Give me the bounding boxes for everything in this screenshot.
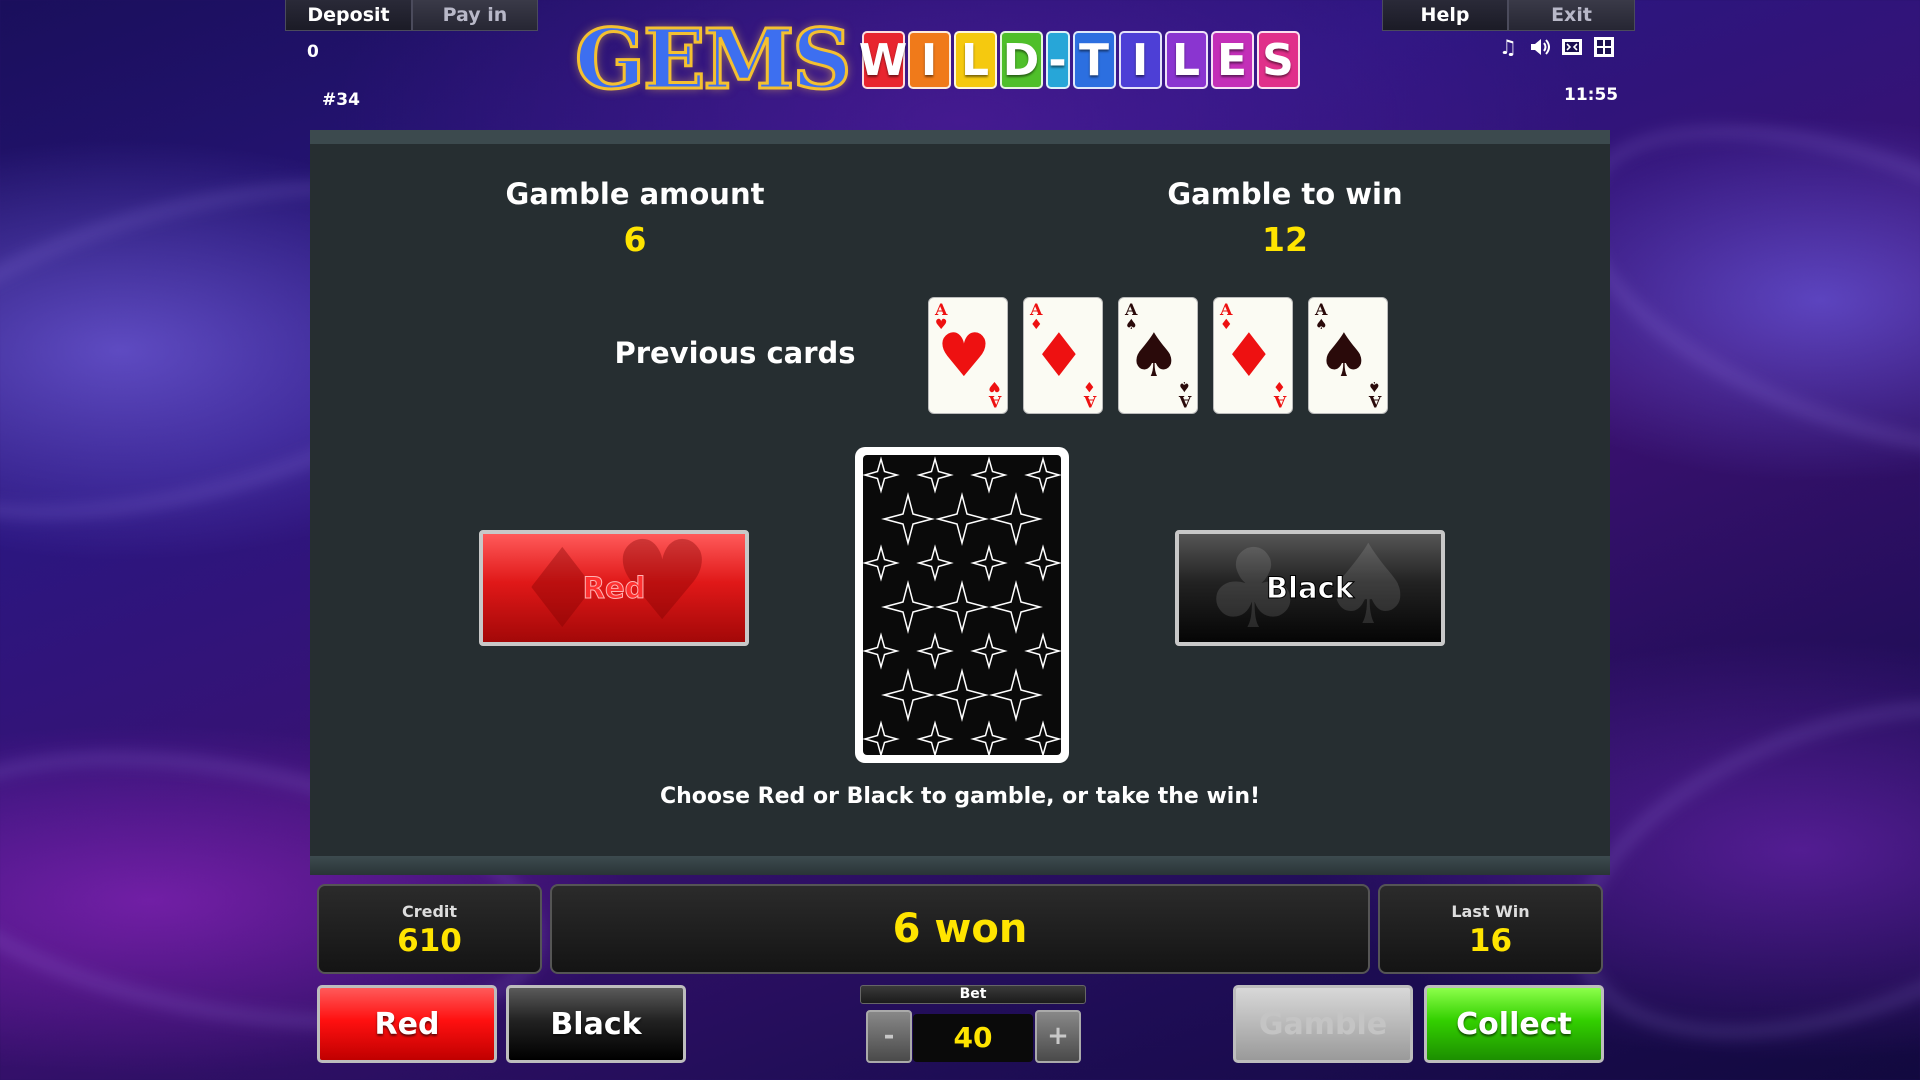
card-suit-small: ♠ bbox=[1368, 378, 1381, 394]
logo-tile: L bbox=[953, 31, 997, 89]
card-rank: A bbox=[1273, 392, 1286, 411]
card-suit-icon: ♦ bbox=[1222, 321, 1276, 391]
game-logo: GEMS WILD-TILES bbox=[574, 12, 1350, 108]
logo-tile: W bbox=[859, 31, 907, 89]
card-rank: A bbox=[1030, 300, 1043, 319]
logo-tile: I bbox=[1118, 31, 1162, 89]
previous-card: A ♦ ♦ ♦ A bbox=[1023, 297, 1103, 414]
gamble-to-win-label: Gamble to win bbox=[1167, 177, 1403, 211]
previous-card: A ♥ ♥ ♥ A bbox=[928, 297, 1008, 414]
screen-icon[interactable] bbox=[1561, 36, 1583, 58]
card-suit-small: ♠ bbox=[1178, 378, 1191, 394]
logo-tile: S bbox=[1256, 31, 1300, 89]
clock: 11:55 bbox=[1564, 85, 1619, 105]
collect-button[interactable]: Collect bbox=[1424, 985, 1604, 1063]
card-rank: A bbox=[935, 300, 948, 319]
game-number: #34 bbox=[322, 90, 360, 110]
black-choice-button[interactable]: ♣ ♠ Black bbox=[1175, 530, 1445, 646]
panel-divider bbox=[310, 856, 1610, 875]
logo-tile: I bbox=[907, 31, 951, 89]
card-rank: A bbox=[1125, 300, 1138, 319]
card-suit-icon: ♠ bbox=[1127, 321, 1181, 391]
previous-cards-label: Previous cards bbox=[614, 336, 856, 370]
card-suit-small: ♥ bbox=[988, 378, 1001, 394]
win-message: 6 won bbox=[892, 906, 1028, 952]
pay-in-tab[interactable]: Pay in bbox=[412, 0, 538, 31]
gamble-hint: Choose Red or Black to gamble, or take t… bbox=[659, 784, 1261, 809]
card-rank: A bbox=[988, 392, 1001, 411]
credit-box: Credit 610 bbox=[317, 884, 542, 974]
previous-card: A ♦ ♦ ♦ A bbox=[1213, 297, 1293, 414]
logo-gems-word: GEMS bbox=[574, 12, 854, 108]
gamble-to-win-value: 12 bbox=[1262, 220, 1308, 259]
black-choice-label: Black bbox=[1265, 571, 1355, 606]
speaker-icon[interactable] bbox=[1529, 36, 1551, 58]
gamble-button[interactable]: Gamble bbox=[1233, 985, 1413, 1063]
message-box: 6 won bbox=[550, 884, 1370, 974]
exit-tab[interactable]: Exit bbox=[1508, 0, 1635, 31]
logo-tile: T bbox=[1072, 31, 1116, 89]
bet-value: 40 bbox=[913, 1014, 1033, 1062]
gamble-amount-label: Gamble amount bbox=[505, 177, 765, 211]
card-suit-icon: ♦ bbox=[1032, 321, 1086, 391]
black-button[interactable]: Black bbox=[506, 985, 686, 1063]
hud-icon-bar: ♫ bbox=[1497, 36, 1615, 58]
red-choice-label: Red bbox=[582, 571, 646, 606]
previous-card: A ♠ ♠ ♠ A bbox=[1308, 297, 1388, 414]
logo-tile: - bbox=[1045, 31, 1070, 89]
card-back-pattern bbox=[863, 455, 1061, 755]
card-suit-icon: ♠ bbox=[1317, 321, 1371, 391]
card-rank: A bbox=[1083, 392, 1096, 411]
card-rank: A bbox=[1220, 300, 1233, 319]
card-rank: A bbox=[1178, 392, 1191, 411]
card-suit-small: ♦ bbox=[1273, 378, 1286, 394]
credit-value: 610 bbox=[397, 923, 462, 959]
card-suit-icon: ♥ bbox=[937, 321, 991, 391]
logo-tile: D bbox=[999, 31, 1043, 89]
logo-tile: L bbox=[1164, 31, 1208, 89]
credit-label: Credit bbox=[401, 902, 458, 921]
card-rank: A bbox=[1315, 300, 1328, 319]
logo-tiles: WILD-TILES bbox=[859, 31, 1300, 89]
last-win-box: Last Win 16 bbox=[1378, 884, 1603, 974]
previous-card: A ♠ ♠ ♠ A bbox=[1118, 297, 1198, 414]
logo-tile: E bbox=[1210, 31, 1254, 89]
gamble-amount-value: 6 bbox=[623, 220, 647, 259]
help-tab[interactable]: Help bbox=[1382, 0, 1508, 31]
card-rank: A bbox=[1368, 392, 1381, 411]
face-down-card bbox=[855, 447, 1069, 763]
bet-label: Bet bbox=[860, 985, 1086, 1004]
last-win-value: 16 bbox=[1468, 923, 1513, 959]
red-button[interactable]: Red bbox=[317, 985, 497, 1063]
deposit-tab[interactable]: Deposit bbox=[285, 0, 412, 31]
red-choice-button[interactable]: ♦ ♥ Red bbox=[479, 530, 749, 646]
bet-decrease-button[interactable]: - bbox=[866, 1010, 912, 1063]
last-win-label: Last Win bbox=[1451, 902, 1530, 921]
balance-display: 0 bbox=[307, 42, 319, 62]
music-note-icon[interactable]: ♫ bbox=[1497, 36, 1519, 58]
bet-increase-button[interactable]: + bbox=[1035, 1010, 1081, 1063]
card-suit-small: ♦ bbox=[1083, 378, 1096, 394]
grid-icon[interactable] bbox=[1593, 36, 1615, 58]
